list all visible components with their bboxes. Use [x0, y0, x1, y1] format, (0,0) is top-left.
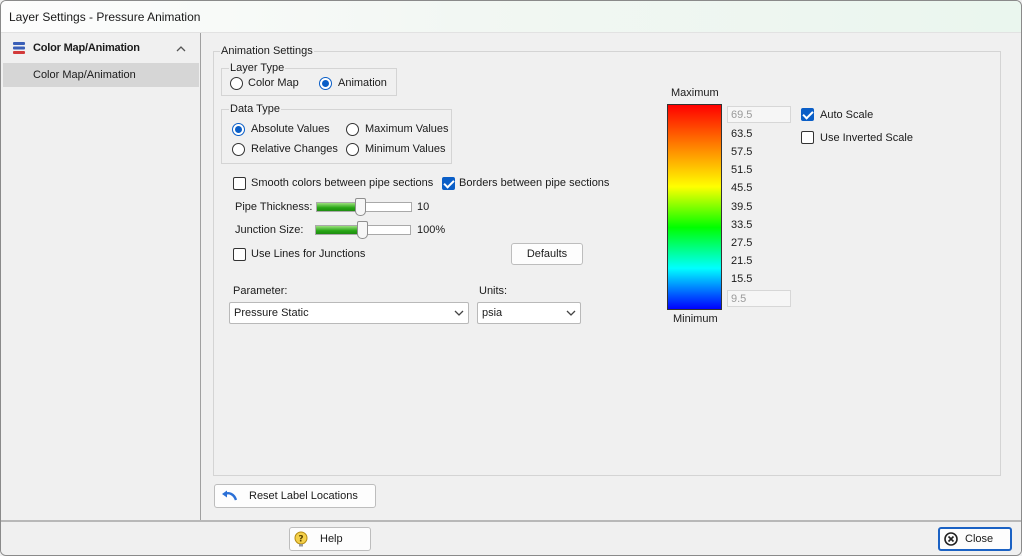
animation-label: Animation [338, 77, 387, 89]
help-button[interactable]: ? Help [289, 527, 371, 551]
scale-tick: 27.5 [731, 237, 753, 249]
scale-tick: 45.5 [731, 182, 753, 194]
color-map-radio[interactable] [230, 77, 243, 90]
junction-size-thumb[interactable] [357, 221, 368, 239]
smooth-colors-checkbox[interactable] [233, 177, 246, 190]
borders-label: Borders between pipe sections [459, 177, 610, 189]
color-scale-bar [667, 104, 722, 310]
absolute-values-radio[interactable] [232, 123, 245, 136]
help-label: Help [320, 533, 343, 545]
junction-size-value: 100% [417, 224, 446, 236]
parameter-value: Pressure Static [234, 307, 309, 319]
animation-settings-title: Animation Settings [220, 45, 314, 57]
close-button[interactable]: Close [938, 527, 1012, 551]
color-map-label: Color Map [248, 77, 299, 89]
main-panel: Animation Settings Layer Type Color Map … [202, 33, 1021, 520]
footer-bar: ? Help Close [1, 520, 1021, 555]
units-value: psia [482, 307, 503, 319]
borders-checkbox[interactable] [442, 177, 455, 190]
junction-size-fill [316, 226, 363, 234]
defaults-button[interactable]: Defaults [511, 243, 583, 265]
pipe-thickness-value: 10 [417, 201, 430, 213]
close-circle-icon [944, 532, 958, 546]
scale-min-value: 9.5 [727, 290, 791, 307]
scale-tick: 51.5 [731, 164, 753, 176]
inverted-scale-checkbox[interactable] [801, 131, 814, 144]
scale-tick: 63.5 [731, 128, 753, 140]
scale-values: 69.5 63.5 57.5 51.5 45.5 39.5 33.5 27.5 … [727, 106, 795, 310]
auto-scale-label: Auto Scale [820, 109, 874, 121]
data-type-title: Data Type [229, 103, 281, 115]
scale-tick: 39.5 [731, 201, 753, 213]
relative-changes-radio[interactable] [232, 143, 245, 156]
title-bar: Layer Settings - Pressure Animation [1, 1, 1021, 33]
chevron-up-icon[interactable] [176, 45, 186, 52]
chevron-down-icon [454, 310, 464, 316]
layer-type-group: Layer Type Color Map Animation [221, 62, 397, 96]
close-label: Close [965, 533, 994, 545]
color-scale-gradient [668, 105, 721, 309]
undo-arrow-icon [222, 490, 237, 501]
reset-label-locations-label: Reset Label Locations [249, 490, 358, 502]
animation-settings-group: Animation Settings Layer Type Color Map … [213, 45, 1001, 476]
use-lines-label: Use Lines for Junctions [251, 248, 366, 260]
smooth-colors-label: Smooth colors between pipe sections [251, 177, 434, 189]
junction-size-slider[interactable] [315, 221, 411, 239]
sidebar-item-color-map-animation[interactable]: Color Map/Animation [3, 63, 199, 87]
relative-changes-label: Relative Changes [251, 143, 338, 155]
help-icon: ? [294, 531, 308, 547]
units-select[interactable]: psia [477, 302, 581, 324]
reset-label-locations-button[interactable]: Reset Label Locations [214, 484, 376, 508]
parameter-select[interactable]: Pressure Static [229, 302, 469, 324]
scale-max-value: 69.5 [727, 106, 791, 123]
maximum-values-label: Maximum Values [365, 123, 449, 135]
scale-min-label: Minimum [673, 313, 718, 325]
data-type-group: Data Type Absolute Values Maximum Values… [221, 103, 452, 164]
animation-radio[interactable] [319, 77, 332, 90]
svg-text:?: ? [298, 535, 303, 545]
pipe-thickness-label: Pipe Thickness: [235, 201, 313, 213]
chevron-down-icon [566, 310, 576, 316]
maximum-values-radio[interactable] [346, 123, 359, 136]
sidebar-header-label: Color Map/Animation [33, 42, 140, 54]
parameter-label: Parameter: [233, 285, 288, 297]
layer-settings-window: Layer Settings - Pressure Animation Colo… [0, 0, 1022, 556]
window-title: Layer Settings - Pressure Animation [9, 10, 201, 24]
sidebar-item-label: Color Map/Animation [33, 69, 136, 81]
junction-size-label: Junction Size: [235, 224, 304, 236]
scale-tick: 15.5 [731, 273, 753, 285]
sidebar: Color Map/Animation Color Map/Animation [1, 33, 201, 520]
layers-icon [13, 42, 25, 54]
auto-scale-checkbox[interactable] [801, 108, 814, 121]
use-lines-checkbox[interactable] [233, 248, 246, 261]
absolute-values-label: Absolute Values [251, 123, 330, 135]
scale-tick: 57.5 [731, 146, 753, 158]
sidebar-header[interactable]: Color Map/Animation [1, 35, 200, 61]
scale-max-label: Maximum [671, 87, 719, 99]
minimum-values-label: Minimum Values [365, 143, 446, 155]
scale-tick: 33.5 [731, 219, 753, 231]
scale-tick: 21.5 [731, 255, 753, 267]
pipe-thickness-thumb[interactable] [355, 198, 366, 216]
pipe-thickness-fill [317, 203, 360, 211]
inverted-scale-label: Use Inverted Scale [820, 132, 913, 144]
layer-type-title: Layer Type [229, 62, 286, 74]
pipe-thickness-slider[interactable] [316, 198, 412, 216]
units-label: Units: [479, 285, 508, 297]
minimum-values-radio[interactable] [346, 143, 359, 156]
